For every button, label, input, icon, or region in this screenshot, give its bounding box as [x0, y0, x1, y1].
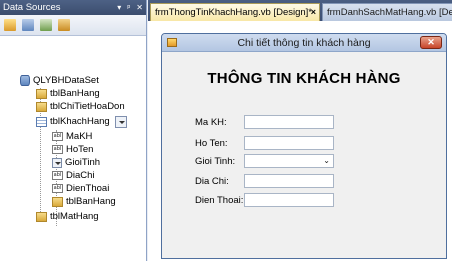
- diachi-input[interactable]: [244, 174, 334, 188]
- textbox-icon: abl: [52, 132, 63, 141]
- form-body: THÔNG TIN KHÁCH HÀNG Ma KH: Ho Ten: Gioi…: [162, 52, 446, 258]
- edit-dataset-icon[interactable]: [22, 19, 34, 31]
- tree-item-field-diachi[interactable]: abl DiaChi: [52, 169, 95, 182]
- gioitinh-select[interactable]: ⌄: [244, 154, 334, 168]
- dataset-icon: [20, 75, 30, 86]
- table-icon: [36, 88, 47, 99]
- tab-label: frmThongTinKhachHang.vb [Design]*: [155, 7, 313, 18]
- document-tabstrip: frmThongTinKhachHang.vb [Design]* × frmD…: [148, 0, 452, 21]
- tree-item-label: tblChiTietHoaDon: [50, 101, 125, 112]
- tree-item-tblbanhang[interactable]: tblBanHang: [36, 87, 100, 100]
- tree-item-label: MaKH: [66, 131, 93, 142]
- tree-item-field-hoten[interactable]: abl HoTen: [52, 143, 93, 156]
- data-sources-tree: QLYBHDataSet tblBanHang tblChiTietHoaDon…: [0, 36, 146, 226]
- tree-item-field-gioitinh[interactable]: GioiTinh: [52, 156, 100, 169]
- diachi-label: Dia Chi:: [195, 176, 229, 187]
- textbox-icon: abl: [52, 184, 63, 193]
- combobox-icon: [52, 157, 62, 168]
- table-icon: [36, 101, 47, 112]
- tree-item-label: tblBanHang: [66, 196, 116, 207]
- makh-input[interactable]: [244, 115, 334, 129]
- hoten-input[interactable]: [244, 136, 334, 150]
- tree-item-label: tblMatHang: [50, 211, 99, 222]
- add-datasource-icon[interactable]: [4, 19, 16, 31]
- makh-label: Ma KH:: [195, 117, 227, 128]
- tree-item-label: DiaChi: [66, 170, 95, 181]
- form-close-button[interactable]: ✕: [420, 36, 442, 49]
- form-heading: THÔNG TIN KHÁCH HÀNG: [207, 70, 401, 87]
- table-icon: [36, 211, 47, 222]
- refresh-icon[interactable]: [58, 19, 70, 31]
- dienthoai-input[interactable]: [244, 193, 334, 207]
- data-sources-title: Data Sources: [3, 2, 61, 13]
- pin-icon[interactable]: ᵖ: [127, 0, 130, 15]
- tree-item-tblmathang[interactable]: tblMatHang: [36, 210, 99, 223]
- tree-item-label: tblBanHang: [50, 88, 100, 99]
- tree-item-nested-tblbanhang[interactable]: tblBanHang: [52, 195, 116, 208]
- data-sources-titlebar: Data Sources ▾ ᵖ ✕: [0, 0, 146, 15]
- tree-item-dataset[interactable]: QLYBHDataSet: [20, 74, 99, 87]
- tree-item-tblchitiethoadon[interactable]: tblChiTietHoaDon: [36, 100, 125, 113]
- data-sources-panel: Data Sources ▾ ᵖ ✕ QLYBHDataSet tblBanHa…: [0, 0, 147, 261]
- tree-item-field-dienthoai[interactable]: abl DienThoai: [52, 182, 109, 195]
- tree-item-tblkhachhang[interactable]: tblKhachHang: [36, 115, 127, 128]
- tree-item-label: HoTen: [66, 144, 94, 155]
- textbox-icon: abl: [52, 145, 63, 154]
- tree-item-field-makh[interactable]: abl MaKH: [52, 130, 92, 143]
- textbox-icon: abl: [52, 171, 63, 180]
- form-caption: Chi tiết thông tin khách hàng: [237, 37, 371, 49]
- table-icon: [52, 196, 63, 207]
- datagrid-icon: [36, 116, 47, 127]
- control-type-dropdown[interactable]: [114, 115, 127, 128]
- tab-frmdanhsachmathang[interactable]: frmDanhSachMatHang.vb [Design]: [322, 3, 452, 21]
- tree-item-label: DienThoai: [66, 183, 110, 194]
- data-sources-toolbar: [0, 15, 146, 36]
- chevron-down-icon[interactable]: ⌄: [323, 156, 330, 165]
- tab-frmthongtinkhachhang[interactable]: frmThongTinKhachHang.vb [Design]* ×: [150, 3, 320, 21]
- gioitinh-label: Gioi Tinh:: [195, 156, 236, 167]
- panel-close-icon[interactable]: ✕: [136, 0, 143, 15]
- ide-window: Data Sources ▾ ᵖ ✕ QLYBHDataSet tblBanHa…: [0, 0, 452, 261]
- tab-close-icon[interactable]: ×: [311, 4, 316, 21]
- dienthoai-label: Dien Thoai:: [195, 195, 244, 206]
- tab-label: frmDanhSachMatHang.vb [Design]: [327, 7, 452, 18]
- tree-item-label: tblKhachHang: [50, 116, 110, 127]
- form-window[interactable]: Chi tiết thông tin khách hàng ✕ THÔNG TI…: [161, 33, 447, 259]
- form-titlebar: Chi tiết thông tin khách hàng ✕: [162, 34, 446, 52]
- tree-item-label: QLYBHDataSet: [33, 75, 99, 86]
- configure-icon[interactable]: [40, 19, 52, 31]
- tree-item-label: GioiTinh: [65, 157, 101, 168]
- hoten-label: Ho Ten:: [195, 138, 228, 149]
- panel-menu-icon[interactable]: ▾: [117, 0, 121, 15]
